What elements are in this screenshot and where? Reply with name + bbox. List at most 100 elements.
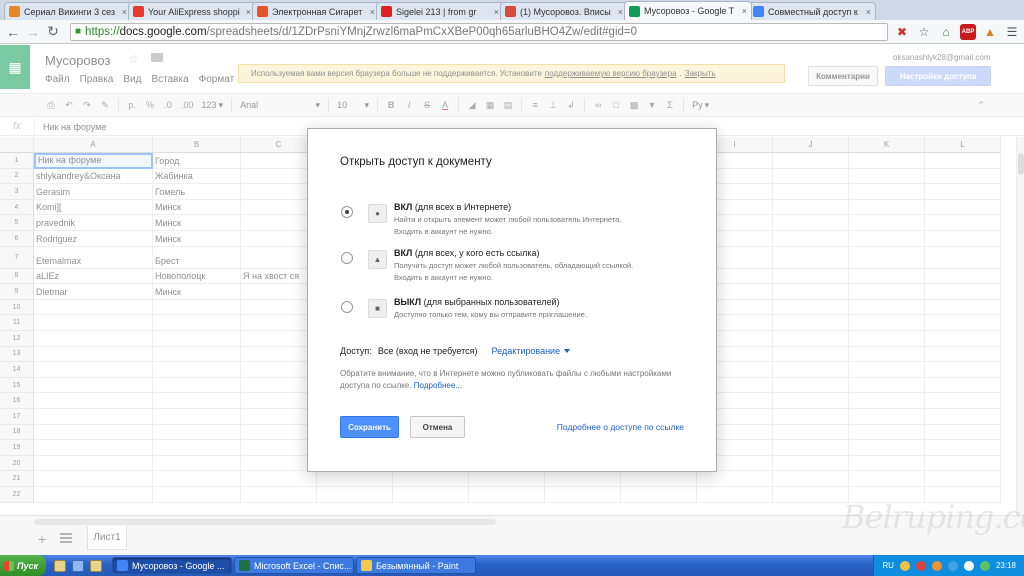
taskbar-window-button[interactable]: Microsoft Excel - Спис... [234,557,354,574]
close-icon[interactable]: × [866,7,871,17]
window-label: Мусоровоз - Google ... [132,560,225,571]
favicon-icon [753,6,764,17]
close-icon[interactable]: × [122,7,127,17]
explorer-icon[interactable] [90,559,102,572]
option-scope: (для всех в Интернете) [412,202,512,212]
browser-tab[interactable]: Мусоровоз - Google T × [624,1,752,20]
tab-label: Sigelei 213 | from gr [396,6,477,17]
blocked-popup-icon[interactable]: ✖ [894,24,910,40]
publish-note: Обратите внимание, что в Интернете можно… [340,368,680,392]
option-description: Найти и открыть элемент может любой поль… [394,215,622,224]
tray-icon[interactable] [979,560,990,571]
url-path: /spreadsheets/d/1ZDrPsniYMnjZrwzl6maPmCx… [206,25,638,38]
quick-launch [46,559,112,572]
close-icon[interactable]: × [618,7,623,17]
option-state: ВКЛ [394,248,413,258]
language-indicator[interactable]: RU [882,561,894,570]
option-name: ВЫКЛ (для выбранных пользователей) [394,297,559,307]
role-label: Редактирование [491,346,561,356]
option-state: ВЫКЛ [394,297,422,307]
browser-tab[interactable]: Sigelei 213 | from gr × [376,2,504,20]
globe-icon: ● [368,204,387,223]
back-icon[interactable]: ← [4,23,22,41]
show-desktop-icon[interactable] [54,559,66,572]
tray-icon[interactable] [899,560,910,571]
tray-icon[interactable] [963,560,974,571]
note-text: Обратите внимание, что в Интернете можно… [340,369,672,390]
window-label: Microsoft Excel - Спис... [254,560,352,571]
favicon-icon [505,6,516,17]
media-player-icon[interactable] [72,559,84,572]
chevron-down-icon [564,349,571,353]
url-domain: docs.google.com [119,25,207,38]
app-icon [239,560,250,571]
browser-tab[interactable]: Электронная Сигарет × [252,2,380,20]
access-label: Доступ: [340,346,372,356]
option-description: Входить в аккаунт не нужно. [394,227,493,236]
browser-tab[interactable]: (1) Мусоровоз. Вписы × [500,2,628,20]
favicon-icon [257,6,268,17]
tab-label: Совместный доступ к [768,6,858,17]
browser-tab-strip: Сериал Викинги 3 сез × Your AliExpress sho… [0,0,1024,20]
people-icon: ■ [368,299,387,318]
learn-more-link[interactable]: Подробнее... [414,381,462,390]
close-icon[interactable]: × [742,6,747,16]
tab-label: Сериал Викинги 3 сез [24,6,116,17]
tray-icon[interactable] [931,560,942,571]
tray-icon[interactable] [915,560,926,571]
option-state: ВКЛ [394,202,413,212]
sharing-option[interactable]: ● ВКЛ (для всех в Интернете) Найти и откры… [341,200,701,240]
taskbar-window-button[interactable]: Безымянный - Paint [356,557,476,574]
cancel-button[interactable]: Отмена [410,416,465,438]
option-scope: (для выбранных пользователей) [421,297,560,307]
link-sharing-help-link[interactable]: Подробнее о доступе по ссылке [557,422,684,432]
option-description: Получить доступ может любой пользователь… [394,261,634,270]
clock[interactable]: 23:18 [996,561,1016,570]
lock-icon: ■ [75,26,82,37]
app-icon [361,560,372,571]
favicon-icon [9,6,20,17]
forward-icon[interactable]: → [24,23,42,41]
system-tray: RU 23:18 [873,555,1024,576]
link-person-icon: ▲ [368,250,387,269]
bookmark-star-icon[interactable]: ☆ [916,24,932,40]
access-value: Все (вход не требуется) [377,346,478,356]
close-icon[interactable]: × [370,7,375,17]
address-bar[interactable]: ■ https:// docs.google.com /spreadsheets… [70,22,888,41]
option-description: Доступно только тем, кому вы отправите п… [394,310,587,319]
sharing-option[interactable]: ■ ВЫКЛ (для выбранных пользователей) Досту… [341,295,701,335]
radio-button[interactable] [341,252,353,264]
url-scheme: https:// [85,25,120,38]
browser-toolbar: ← → ↻ ■ https:// docs.google.com /spread… [0,20,1024,44]
access-row: Доступ: Все (вход не требуется) Редактир… [340,346,571,356]
close-icon[interactable]: × [494,7,499,17]
radio-button[interactable] [341,206,353,218]
taskbar-window-button[interactable]: Мусоровоз - Google ... [112,557,232,574]
radio-button[interactable] [341,301,353,313]
tab-label: Your AliExpress shoppi [148,6,240,17]
reload-icon[interactable]: ↻ [44,23,62,41]
extension-icon[interactable]: ▲ [982,24,998,40]
option-description: Входить в аккаунт не нужно. [394,273,493,282]
windows-taskbar: Пуск Мусоровоз - Google ... Microsoft Exc… [0,555,1024,576]
tray-icon[interactable] [947,560,958,571]
role-dropdown[interactable]: Редактирование [492,346,571,356]
tab-label: Мусоровоз - Google T [644,6,735,16]
browser-tab[interactable]: Совместный доступ к × [748,2,876,20]
adblock-icon[interactable]: ABP [960,23,976,40]
browser-tab[interactable]: Your AliExpress shoppi × [128,2,256,20]
app-icon [117,560,128,571]
windows-logo-icon [4,560,14,571]
option-name: ВКЛ (для всех, у кого есть ссылка) [394,248,540,258]
save-button[interactable]: Сохранить [340,416,399,438]
tab-label: Электронная Сигарет [272,6,363,17]
sharing-option[interactable]: ▲ ВКЛ (для всех, у кого есть ссылка) Получ… [341,246,701,286]
browser-tab[interactable]: Сериал Викинги 3 сез × [4,2,132,20]
share-dialog: Открыть доступ к документу ● ВКЛ (для все… [307,128,717,472]
home-icon[interactable]: ⌂ [938,24,954,40]
favicon-icon [629,5,640,17]
close-icon[interactable]: × [246,7,251,17]
menu-icon[interactable]: ☰ [1004,24,1020,40]
window-label: Безымянный - Paint [376,560,459,571]
start-button[interactable]: Пуск [0,555,46,576]
